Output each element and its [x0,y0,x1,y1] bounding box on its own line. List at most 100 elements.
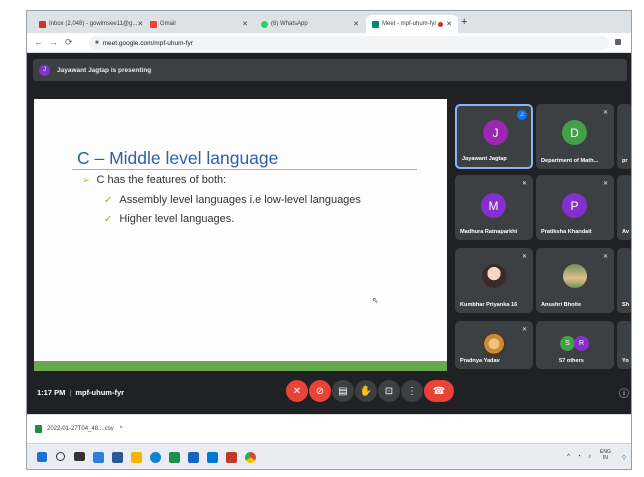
participant-tile[interactable]: ✕ M Madhura Ratnaparkhi [455,175,533,240]
edge-icon[interactable] [150,452,161,463]
mic-off-icon: ✕ [521,254,528,260]
participant-tile[interactable]: ✕ Kumbhar Priyanka 16 [455,248,533,313]
tab-gmail[interactable]: Gmail ✕ [144,15,254,33]
chrome-icon[interactable] [245,452,256,463]
tray-chevron-icon[interactable]: ^ [567,453,570,460]
wifi-icon[interactable]: ⌔ [621,453,627,462]
participant-name: Jayawant Jagtap [462,156,507,162]
meet-control-bar: 1:17 PM | mpf-uhum-fyr ✕ ⊘ ▤ ✋ ⊡ ⋮ ☎ ⓘ [27,371,631,414]
arrow-bullet-icon: ➢ [82,174,90,185]
meet-icon [372,20,379,28]
presenting-text: Jayawant Jagtap is presenting [57,66,152,74]
tab-label: Inbox (2,048) - gowimsee11@g... [49,21,138,27]
presenter-avatar: J [39,64,50,76]
more-options-button[interactable]: ⋮ [401,380,423,402]
participant-name: Sh [622,302,630,308]
recording-dot-icon [438,21,444,27]
captions-button[interactable]: ▤ [332,380,354,402]
participant-tile[interactable]: ✕ Pradnya Yadav [455,321,533,369]
slide-sub-bullet-text: Assembly level languages i.e low-level l… [119,194,361,206]
back-icon[interactable]: ← [34,37,43,47]
lock-icon: ■ [95,40,99,46]
mic-off-icon: ✕ [292,385,302,397]
download-item[interactable]: 2022-01-27T04_48....csv ^ [35,425,123,433]
present-button[interactable]: ⊡ [378,380,400,402]
reload-icon[interactable]: ⟳ [65,37,73,48]
participant-tile[interactable]: ✕ D Department of Math... [536,104,614,169]
whatsapp-icon [261,20,268,28]
app-icon[interactable] [188,452,199,463]
speaking-indicator-icon: ♫ [517,110,527,120]
presenting-banner: J Jayawant Jagtap is presenting [33,59,627,81]
windows-start-icon[interactable] [37,452,47,462]
shared-slide: C – Middle level language ➢ C has the fe… [34,99,447,376]
participant-name: Department of Math... [541,158,599,164]
new-tab-button[interactable]: + [461,16,467,28]
participant-tile[interactable]: ✕ Anushri Bhoite [536,248,614,313]
browser-tab-strip: Inbox (2,048) - gowimsee11@g... ✕ Gmail … [27,11,631,33]
mic-toggle-button[interactable]: ✕ [286,380,308,402]
participant-tile[interactable]: ✕ P Pratiksha Khandait [536,175,614,240]
tab-inbox[interactable]: Inbox (2,048) - gowimsee11@g... ✕ [33,15,143,33]
store-icon[interactable] [93,452,104,463]
participant-tile[interactable]: Yo [617,321,631,369]
check-bullet-icon: ✓ [104,213,113,225]
close-tab-icon[interactable]: ✕ [137,20,143,28]
task-view-icon[interactable] [74,452,85,461]
mic-off-icon: ✕ [521,181,528,187]
meeting-details-icon[interactable]: ⓘ [619,385,629,400]
mouse-cursor-icon: ⇖ [372,296,379,305]
participant-tile[interactable]: pr [617,104,631,169]
participant-tile[interactable]: Sh [617,248,631,313]
close-tab-icon[interactable]: ✕ [242,20,248,28]
raise-hand-button[interactable]: ✋ [355,380,377,402]
network-icon[interactable]: ◔ [577,453,581,460]
google-icon [150,20,157,28]
slide-bullet-text: C has the features of both: [96,174,227,186]
participant-tile[interactable]: Av [617,175,631,240]
mic-off-icon: ✕ [602,181,609,187]
app-icon[interactable] [226,452,237,463]
others-count: 57 others [559,358,584,364]
windows-taskbar: ^ ◔ ♪ ENG IN ⌔ [27,443,631,469]
app-icon[interactable] [169,452,180,463]
camera-toggle-button[interactable]: ⊘ [309,380,331,402]
avatar: S [560,336,575,351]
forward-icon[interactable]: → [49,37,58,47]
participant-name: pr [622,158,628,164]
extension-icon[interactable] [615,39,621,45]
end-call-button[interactable]: ☎ [424,380,454,402]
avatar: M [481,193,506,218]
meeting-code: mpf-uhum-fyr [75,388,125,397]
chevron-up-icon[interactable]: ^ [120,426,123,432]
tab-meet[interactable]: Meet - mpf-uhum-fyr ✕ [366,15,458,33]
close-tab-icon[interactable]: ✕ [353,20,359,28]
downloads-bar: 2022-01-27T04_48....csv ^ [27,414,631,443]
csv-file-icon [35,425,42,433]
file-explorer-icon[interactable] [131,452,142,463]
tab-whatsapp[interactable]: (6) WhatsApp ✕ [255,15,365,33]
participant-tile[interactable]: ♫ J Jayawant Jagtap [455,104,533,169]
volume-icon[interactable]: ♪ [588,453,591,460]
mail-icon[interactable] [207,452,218,463]
profile-photo [482,264,506,288]
check-bullet-icon: ✓ [104,194,113,206]
slide-title: C – Middle level language [77,148,279,168]
screenshot: Inbox (2,048) - gowimsee11@g... ✕ Gmail … [26,10,632,470]
meet-window: J Jayawant Jagtap is presenting C – Midd… [27,53,631,414]
close-tab-icon[interactable]: ✕ [446,20,452,28]
participant-name: Anushri Bhoite [541,302,582,308]
url-text: meet.google.com/mpf-uhum-fyr [102,39,193,47]
url-field[interactable]: ■ meet.google.com/mpf-uhum-fyr [89,36,609,50]
tab-label: Meet - mpf-uhum-fyr [382,21,437,27]
gmail-icon [39,20,46,28]
search-icon[interactable] [56,452,65,461]
participant-name: Kumbhar Priyanka 16 [460,302,518,308]
slide-sub-bullet: ✓ Assembly level languages i.e low-level… [104,194,361,206]
language-indicator[interactable]: ENG IN [600,449,611,461]
participant-name: Yo [622,358,629,364]
others-tile[interactable]: S R 57 others [536,321,614,369]
slide-sub-bullet: ✓ Higher level languages. [104,213,234,225]
address-bar: ← → ⟳ ■ meet.google.com/mpf-uhum-fyr [27,33,631,53]
word-icon[interactable] [112,452,123,463]
